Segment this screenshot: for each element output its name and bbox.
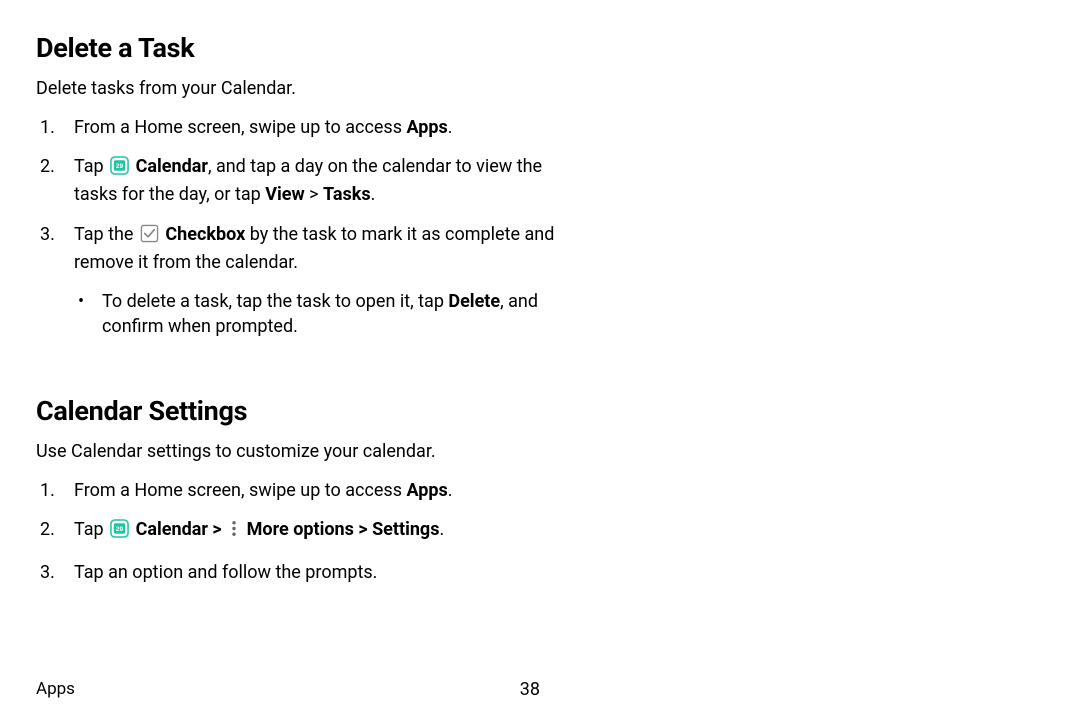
bullet-text: To delete a task, tap the task to open i… [102,291,448,312]
view-label: View [265,184,304,205]
delete-label: Delete [448,291,500,312]
step-text: . [448,480,453,501]
checkbox-icon [140,224,159,250]
svg-text:29: 29 [116,163,124,170]
apps-label: Apps [406,117,447,138]
step-text: Tap [74,519,108,540]
intro-text: Use Calendar settings to customize your … [36,439,1044,464]
calendar-label: Calendar [136,519,208,540]
calendar-icon: 29 [110,156,129,182]
more-options-icon [228,519,240,545]
step-text: From a Home screen, swipe up to access [74,480,406,501]
more-options-label: More options [247,519,354,540]
bullet-item: To delete a task, tap the task to open i… [74,289,556,339]
settings-label: Settings [372,519,439,540]
steps-list-2: From a Home screen, swipe up to access A… [36,478,556,585]
step-text: Tap an option and follow the prompts. [74,562,377,583]
step-item: Tap 29 Calendar, and tap a day on the ca… [36,154,556,207]
step-item: Tap 29 Calendar > More options > Setting… [36,517,556,545]
intro-text: Delete tasks from your Calendar. [36,76,1044,101]
chevron: > [208,519,226,540]
step-text: . [439,519,444,540]
step-text: > [305,184,323,205]
steps-list-1: From a Home screen, swipe up to access A… [36,115,556,339]
page-number: 38 [0,677,540,702]
step-item: From a Home screen, swipe up to access A… [36,478,556,503]
apps-label: Apps [406,480,447,501]
bullet-list: To delete a task, tap the task to open i… [74,289,556,339]
calendar-label: Calendar [136,156,208,177]
step-text: Tap the [74,224,138,245]
section-heading-calendar-settings: Calendar Settings [36,393,1044,431]
step-text: From a Home screen, swipe up to access [74,117,406,138]
svg-text:29: 29 [116,526,124,533]
step-item: From a Home screen, swipe up to access A… [36,115,556,140]
checkbox-label: Checkbox [165,224,245,245]
step-item: Tap the Checkbox by the task to mark it … [36,222,556,340]
step-text: Tap [74,156,108,177]
step-text: . [371,184,376,205]
step-text: . [448,117,453,138]
step-item: Tap an option and follow the prompts. [36,560,556,585]
section-heading-delete-task: Delete a Task [36,30,1044,68]
tasks-label: Tasks [323,184,371,205]
chevron: > [354,519,372,540]
calendar-icon: 29 [110,519,129,545]
